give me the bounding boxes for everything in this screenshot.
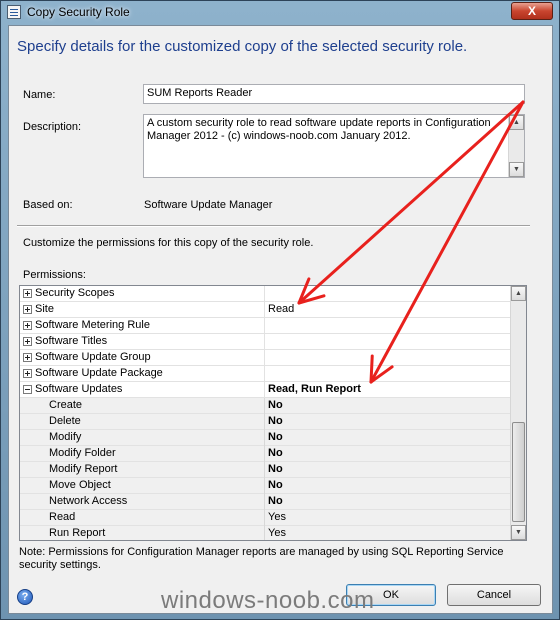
arrow-to-site-shaft: [297, 100, 525, 305]
dialog-window: Copy Security Role X Specify details for…: [0, 0, 560, 620]
annotation-arrows: [297, 100, 525, 384]
arrow-to-software-updates-shaft: [369, 100, 525, 384]
arrow-to-software-updates-head-1: [369, 354, 374, 384]
